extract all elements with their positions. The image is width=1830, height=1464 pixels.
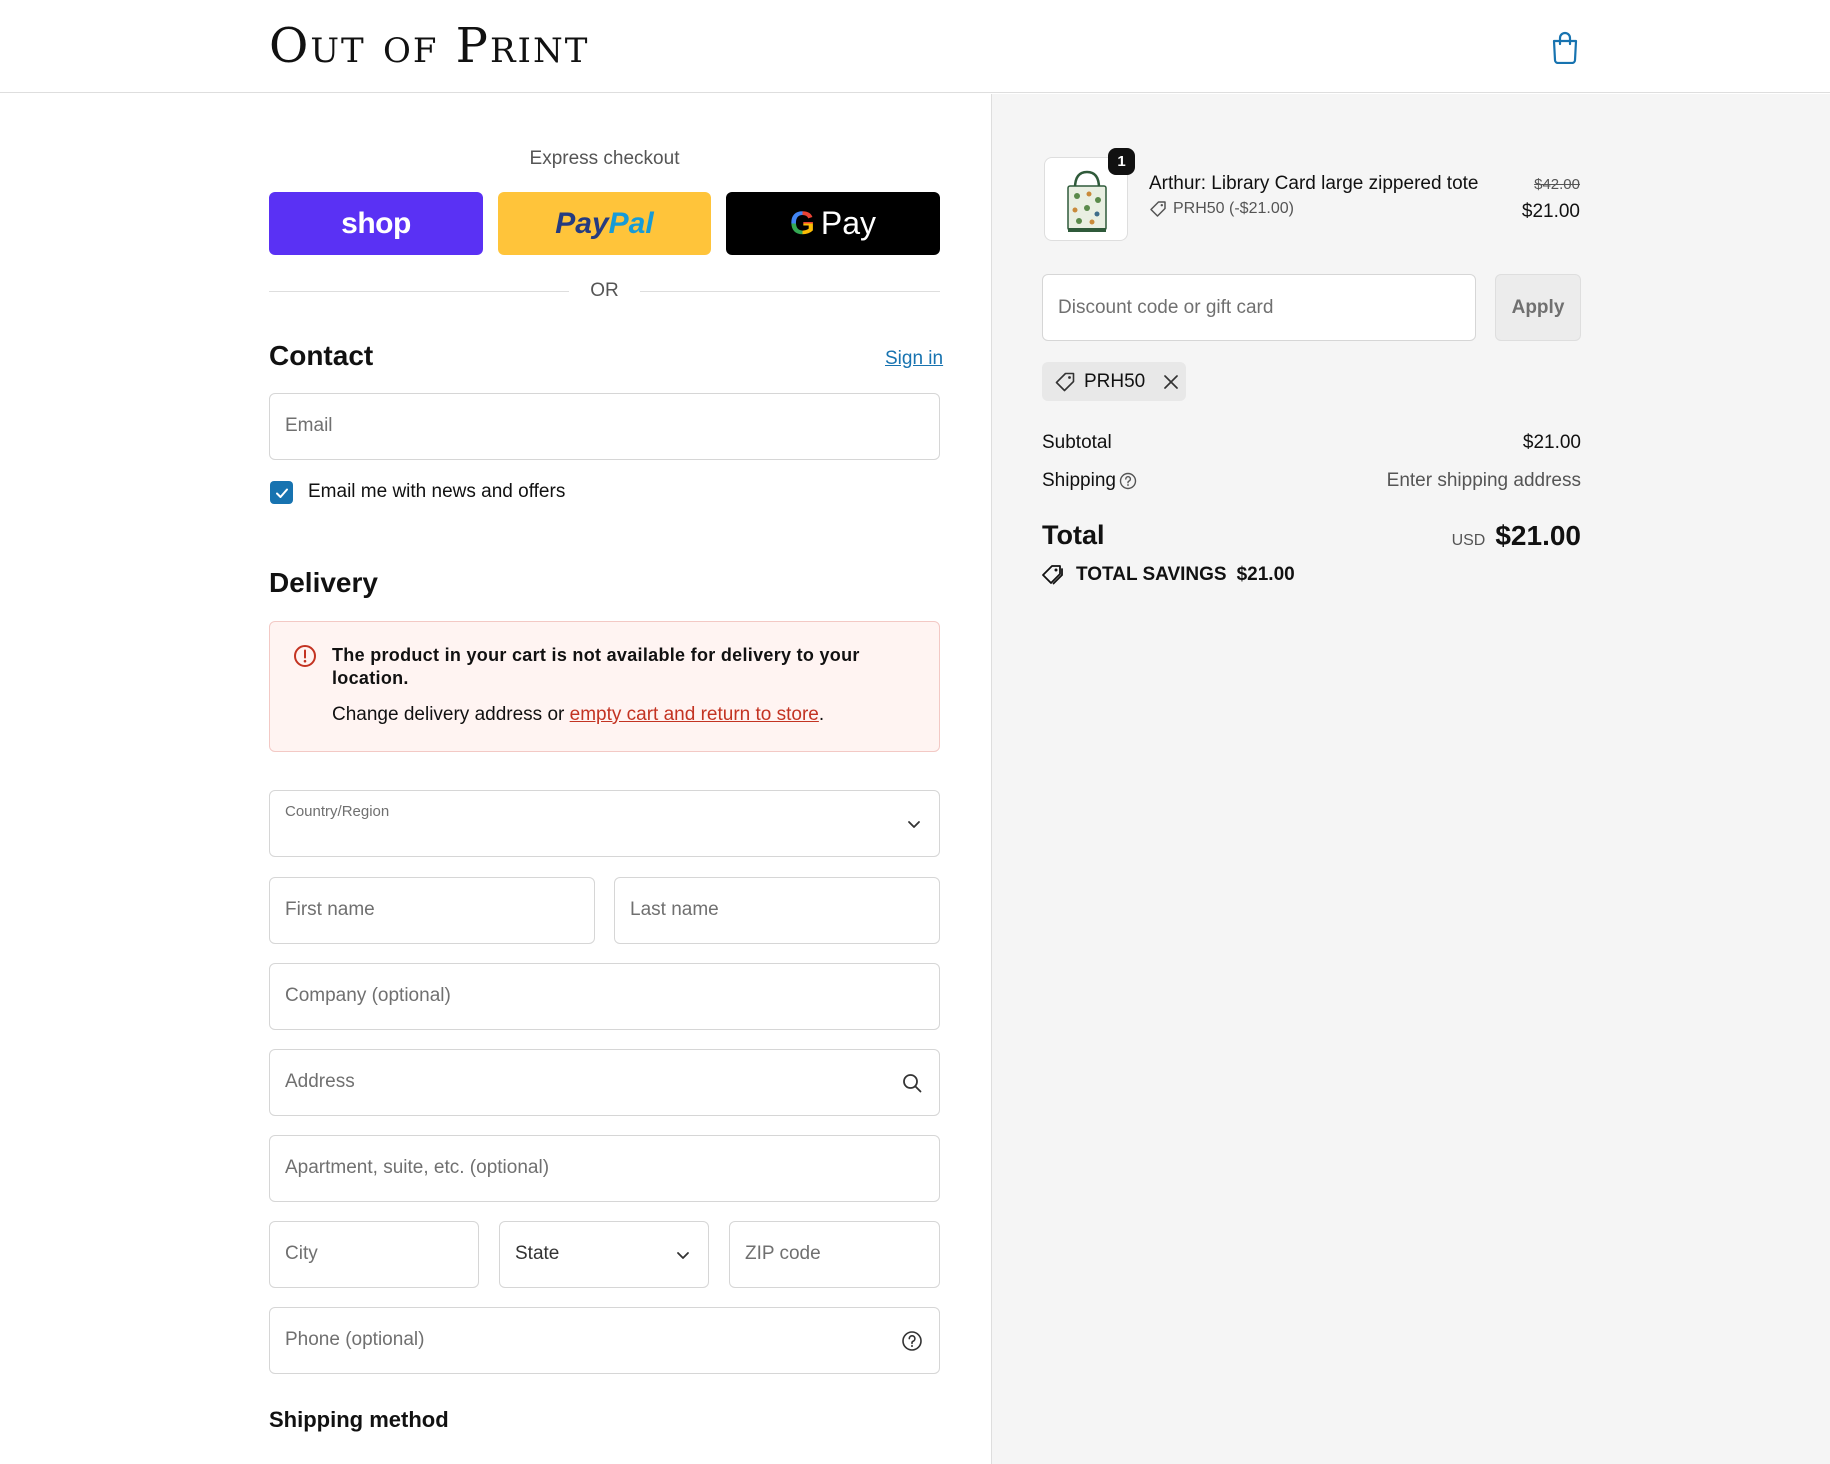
google-pay-label: Pay bbox=[820, 205, 877, 241]
or-divider: OR bbox=[269, 280, 940, 304]
shipping-label: Shipping bbox=[1042, 470, 1116, 491]
help-circle-icon[interactable] bbox=[1119, 472, 1137, 490]
chevron-down-icon bbox=[677, 1252, 689, 1259]
address-field[interactable]: Address bbox=[269, 1049, 940, 1116]
shipping-value: Enter shipping address bbox=[1386, 470, 1581, 491]
savings-tag-icon bbox=[1042, 565, 1063, 585]
quantity-badge: 1 bbox=[1108, 148, 1135, 175]
delivery-error-period: . bbox=[818, 704, 825, 725]
paypal-label-pal: Pal bbox=[608, 206, 654, 240]
delivery-error-body: Change delivery address or empty cart an… bbox=[332, 704, 824, 726]
apartment-field[interactable]: Apartment, suite, etc. (optional) bbox=[269, 1135, 940, 1202]
subtotal-value: $21.00 bbox=[1522, 432, 1581, 453]
shop-pay-label: shop bbox=[341, 206, 411, 240]
total-savings: TOTAL SAVINGS $21.00 bbox=[1042, 564, 1295, 586]
first-name-field[interactable]: First name bbox=[269, 877, 595, 944]
chevron-down-icon bbox=[908, 821, 920, 828]
shop-pay-button[interactable]: shop bbox=[269, 192, 483, 255]
product-discount: PRH50 (-$21.00) bbox=[1149, 200, 1294, 218]
zip-field[interactable]: ZIP code bbox=[729, 1221, 940, 1288]
savings-label: TOTAL SAVINGS bbox=[1076, 564, 1227, 585]
subtotal-label: Subtotal bbox=[1042, 432, 1112, 453]
tag-icon bbox=[1150, 201, 1166, 217]
delivery-heading: Delivery bbox=[269, 567, 378, 598]
first-name-placeholder: First name bbox=[285, 899, 375, 920]
delivery-error-banner: The product in your cart is not availabl… bbox=[269, 621, 940, 752]
applied-discount-chip: PRH50 bbox=[1042, 362, 1186, 401]
paypal-button[interactable]: Pay Pal bbox=[498, 192, 711, 255]
subtotal-row: Subtotal $21.00 bbox=[1042, 432, 1581, 454]
remove-discount-button[interactable] bbox=[1163, 374, 1179, 390]
shipping-row: Shipping Enter shipping address bbox=[1042, 470, 1581, 492]
applied-discount-code: PRH50 bbox=[1084, 370, 1146, 392]
state-select[interactable]: State bbox=[499, 1221, 709, 1288]
tag-icon bbox=[1055, 372, 1075, 391]
city-placeholder: City bbox=[285, 1243, 318, 1264]
currency-code: USD bbox=[1451, 532, 1486, 549]
last-name-field[interactable]: Last name bbox=[614, 877, 940, 944]
company-placeholder: Company (optional) bbox=[285, 985, 451, 1006]
delivery-error-title: The product in your cart is not availabl… bbox=[332, 645, 860, 688]
last-name-placeholder: Last name bbox=[630, 899, 719, 920]
discount-code-input[interactable]: Discount code or gift card bbox=[1042, 274, 1476, 341]
country-select[interactable]: Country/Region bbox=[269, 790, 940, 857]
original-price: $42.00 bbox=[1534, 176, 1580, 193]
close-icon bbox=[1164, 374, 1179, 389]
email-field[interactable]: Email bbox=[269, 393, 940, 460]
help-circle-icon[interactable] bbox=[901, 1330, 923, 1352]
search-icon bbox=[903, 1074, 922, 1093]
zip-placeholder: ZIP code bbox=[745, 1243, 821, 1264]
address-placeholder: Address bbox=[285, 1071, 355, 1092]
company-field[interactable]: Company (optional) bbox=[269, 963, 940, 1030]
phone-placeholder: Phone (optional) bbox=[285, 1329, 425, 1350]
phone-field[interactable]: Phone (optional) bbox=[269, 1307, 940, 1374]
error-circle-icon bbox=[294, 645, 316, 667]
product-name: Arthur: Library Card large zippered tote bbox=[1149, 173, 1479, 194]
site-header: Out of Print bbox=[0, 0, 1830, 93]
apartment-placeholder: Apartment, suite, etc. (optional) bbox=[285, 1157, 550, 1178]
newsletter-label: Email me with news and offers bbox=[308, 481, 566, 502]
state-label: State bbox=[515, 1243, 560, 1264]
empty-cart-link[interactable]: empty cart and return to store bbox=[570, 704, 819, 725]
product-discount-text: PRH50 (-$21.00) bbox=[1173, 200, 1294, 217]
google-g-icon: G bbox=[789, 205, 815, 241]
savings-value: $21.00 bbox=[1236, 564, 1295, 585]
google-pay-button[interactable]: G Pay bbox=[726, 192, 940, 255]
checkmark-icon bbox=[275, 488, 288, 498]
newsletter-checkbox[interactable] bbox=[270, 481, 293, 504]
apply-discount-button[interactable]: Apply bbox=[1495, 274, 1581, 341]
contact-heading: Contact bbox=[269, 340, 374, 371]
paypal-label-pay: Pay bbox=[555, 206, 609, 240]
store-logo[interactable]: Out of Print bbox=[269, 18, 589, 74]
city-field[interactable]: City bbox=[269, 1221, 479, 1288]
sign-in-link[interactable]: Sign in bbox=[885, 348, 943, 370]
or-label: OR bbox=[576, 280, 633, 301]
total-value: USD $21.00 bbox=[1452, 520, 1581, 552]
total-label: Total bbox=[1042, 520, 1105, 550]
express-checkout-label: Express checkout bbox=[529, 148, 680, 169]
shipping-method-heading: Shipping method bbox=[269, 1407, 449, 1432]
delivery-error-text: Change delivery address or bbox=[332, 704, 570, 725]
discount-code-placeholder: Discount code or gift card bbox=[1058, 297, 1274, 318]
country-label: Country/Region bbox=[285, 803, 390, 820]
email-placeholder: Email bbox=[285, 415, 333, 436]
total-amount: $21.00 bbox=[1495, 520, 1581, 551]
discounted-price: $21.00 bbox=[1521, 201, 1580, 222]
shopping-bag-icon[interactable] bbox=[1550, 30, 1580, 64]
